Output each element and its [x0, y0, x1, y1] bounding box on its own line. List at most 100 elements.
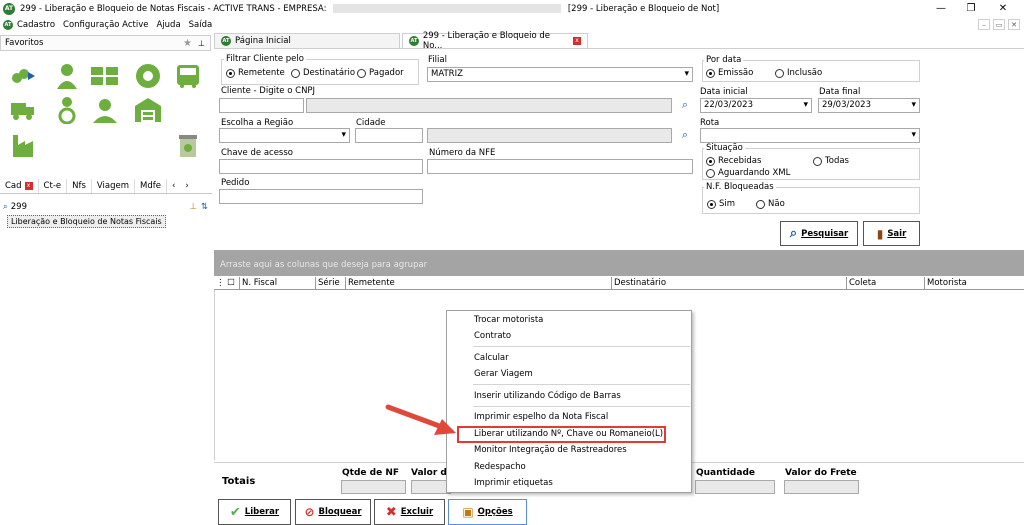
sort-icon[interactable]: ⇅: [201, 202, 208, 212]
block-button[interactable]: ⊘ Bloquear: [295, 499, 371, 525]
access-key-input[interactable]: [219, 159, 423, 174]
city-input[interactable]: [355, 128, 423, 143]
radio-pagador[interactable]: Pagador: [357, 68, 404, 78]
clear-brush-icon[interactable]: ⊥: [189, 202, 196, 212]
client-name-field: [306, 98, 672, 113]
warehouse-icon[interactable]: [133, 96, 163, 124]
ctx-imprimir-espelho[interactable]: Imprimir espelho da Nota Fiscal: [474, 412, 608, 422]
ctx-imprimir-etiquetas[interactable]: Imprimir etiquetas: [474, 478, 553, 488]
recycle-bin-icon[interactable]: [173, 132, 203, 160]
left-tab-cte[interactable]: Ct-e: [39, 179, 68, 193]
region-select[interactable]: [219, 128, 350, 143]
close-tab-icon[interactable]: x: [573, 37, 581, 45]
client-cnpj-input[interactable]: [219, 98, 304, 113]
menu-configuracao[interactable]: Configuração Active: [63, 20, 148, 30]
mdi-restore-icon[interactable]: ▭: [993, 19, 1005, 30]
col-destinatario[interactable]: Destinatário: [612, 277, 847, 289]
freight-label: Valor do Frete: [785, 468, 857, 478]
steering-person-icon[interactable]: [90, 96, 120, 124]
left-tab-cad[interactable]: Cad x: [0, 179, 39, 193]
ctx-gerar-viagem[interactable]: Gerar Viagem: [474, 369, 533, 379]
search-client-icon[interactable]: ⌕: [678, 98, 692, 112]
blocked-title: N.F. Bloqueadas: [704, 182, 776, 192]
radio-recebidas[interactable]: Recebidas: [706, 156, 761, 166]
radio-destinatario[interactable]: Destinatário: [291, 68, 355, 78]
route-select[interactable]: [700, 128, 920, 143]
minimize-icon[interactable]: —: [926, 0, 956, 17]
radio-remetente[interactable]: Remetente: [226, 68, 285, 78]
restore-icon[interactable]: ❐: [956, 0, 986, 17]
driver-icon[interactable]: [52, 96, 82, 124]
exit-button[interactable]: ▮ Sair: [863, 221, 920, 246]
search-input[interactable]: 299: [11, 202, 190, 212]
city-label: Cidade: [356, 118, 386, 128]
radio-emissao[interactable]: Emissão: [706, 68, 753, 78]
end-date-picker[interactable]: 29/03/2023: [818, 98, 920, 113]
access-key-label: Chave de acesso: [221, 148, 293, 158]
window-title: 299 - Liberação e Bloqueio de Notas Fisc…: [20, 3, 719, 14]
menu-cadastro[interactable]: Cadastro: [17, 20, 55, 30]
factory-icon[interactable]: [8, 132, 38, 160]
ctx-trocar-motorista[interactable]: Trocar motorista: [474, 315, 543, 325]
tab-scroll-right-icon[interactable]: ›: [180, 179, 193, 193]
close-icon[interactable]: ✕: [988, 0, 1018, 17]
block-icon: ⊘: [304, 505, 315, 519]
star-icon[interactable]: ★: [183, 38, 192, 49]
ctx-monitor-rastreadores[interactable]: Monitor Integração de Rastreadores: [474, 445, 627, 455]
left-tab-viagem[interactable]: Viagem: [92, 179, 136, 193]
city-name-field: [427, 128, 672, 143]
tab-scroll-left-icon[interactable]: ‹: [167, 179, 180, 193]
radio-inclusao[interactable]: Inclusão: [775, 68, 822, 78]
ctx-redespacho[interactable]: Redespacho: [474, 462, 526, 472]
order-input[interactable]: [219, 189, 423, 204]
ctx-inserir-codigo-barras[interactable]: Inserir utilizando Código de Barras: [474, 391, 621, 401]
tree-item-liberacao[interactable]: Liberação e Bloqueio de Notas Fiscais: [7, 215, 166, 228]
status-title: Situação: [704, 143, 745, 153]
left-tab-nfs[interactable]: Nfs: [67, 179, 92, 193]
delete-button[interactable]: ✖ Excluir: [374, 499, 445, 525]
filter-client-title: Filtrar Cliente pelo: [224, 54, 306, 64]
grid-options-icon[interactable]: ⋮ ☐: [214, 277, 240, 289]
fleet-icon[interactable]: [90, 62, 120, 90]
col-remetente[interactable]: Remetente: [346, 277, 612, 289]
search-city-icon[interactable]: ⌕: [678, 128, 692, 142]
client-label: Cliente - Digite o CNPJ: [221, 86, 316, 96]
ctx-calcular[interactable]: Calcular: [474, 353, 509, 363]
col-coleta[interactable]: Coleta: [847, 277, 925, 289]
region-label: Escolha a Região: [221, 118, 294, 128]
radio-todas[interactable]: Todas: [813, 156, 849, 166]
release-button[interactable]: ✔ Liberar: [218, 499, 291, 525]
filial-select[interactable]: MATRIZ: [427, 67, 693, 82]
col-nfiscal[interactable]: N. Fiscal: [240, 277, 316, 289]
truck-arrow-icon[interactable]: [8, 62, 38, 90]
left-tab-mdfe[interactable]: Mdfe: [135, 179, 167, 193]
tire-icon[interactable]: [133, 62, 163, 90]
search-button[interactable]: ⌕ Pesquisar: [780, 221, 858, 246]
col-motorista[interactable]: Motorista: [925, 277, 1024, 289]
options-button[interactable]: ▣ Opções: [448, 499, 527, 525]
menu-saida[interactable]: Saída: [189, 20, 213, 30]
favorites-label: Favoritos: [5, 38, 44, 48]
ctx-separator: [473, 346, 690, 347]
delivery-truck-icon[interactable]: [8, 96, 38, 124]
pin-icon[interactable]: ⊥: [198, 39, 205, 48]
tab-liberacao[interactable]: AT 299 - Liberação e Bloqueio de No... x: [402, 31, 588, 51]
close-tab-icon[interactable]: x: [24, 182, 33, 190]
menu-ajuda[interactable]: Ajuda: [156, 20, 180, 30]
start-date-picker[interactable]: 22/03/2023: [700, 98, 812, 113]
mdi-close-icon[interactable]: ✕: [1008, 19, 1020, 30]
group-by-band[interactable]: Arraste aqui as colunas que deseja para …: [214, 250, 1024, 276]
qty-nf-label: Qtde de NF: [342, 468, 399, 478]
radio-aguardando-xml[interactable]: Aguardando XML: [706, 168, 790, 178]
col-serie[interactable]: Série: [316, 277, 346, 289]
title-bar: AT 299 - Liberação e Bloqueio de Notas F…: [0, 0, 1024, 17]
nfe-number-input[interactable]: [427, 159, 693, 174]
mdi-minimize-icon[interactable]: –: [978, 19, 990, 30]
radio-sim[interactable]: Sim: [707, 199, 735, 209]
main-tab-bar: AT Página Inicial AT 299 - Liberação e B…: [214, 31, 1024, 51]
radio-nao[interactable]: Não: [756, 199, 785, 209]
bus-icon[interactable]: [173, 62, 203, 90]
tab-pagina-inicial[interactable]: AT Página Inicial: [214, 33, 400, 48]
user-icon[interactable]: [52, 62, 82, 90]
ctx-contrato[interactable]: Contrato: [474, 331, 511, 341]
